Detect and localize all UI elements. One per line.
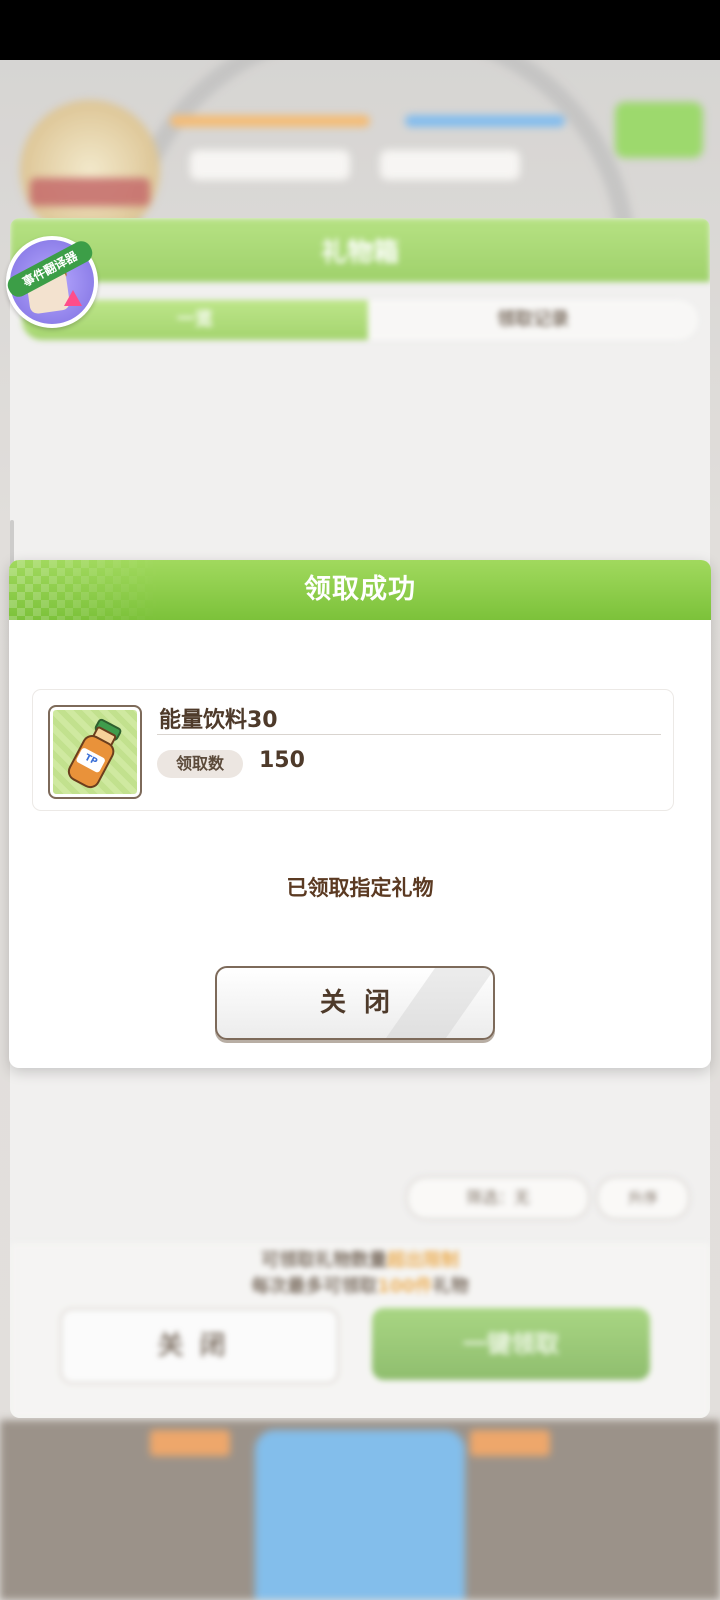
close-button-label: 关闭 <box>319 988 408 1018</box>
quantity-label: 领取数 <box>157 750 243 778</box>
energy-drink-bottle-icon: TP <box>48 705 142 799</box>
claim-success-dialog: 领取成功 TP 能量饮料30 领取数 150 已领取指定礼物 关闭 <box>9 560 711 1068</box>
divider <box>157 734 661 735</box>
claim-message: 已领取指定礼物 <box>286 876 434 900</box>
close-button[interactable]: 关闭 <box>215 966 495 1040</box>
dialog-header: 领取成功 <box>9 560 711 620</box>
reward-item-card: TP 能量饮料30 领取数 150 <box>33 690 673 810</box>
item-name: 能量饮料30 <box>159 708 278 733</box>
dialog-title: 领取成功 <box>304 574 416 605</box>
up-arrow-icon <box>64 290 82 306</box>
status-bar <box>0 0 720 60</box>
quantity-value: 150 <box>259 748 305 773</box>
